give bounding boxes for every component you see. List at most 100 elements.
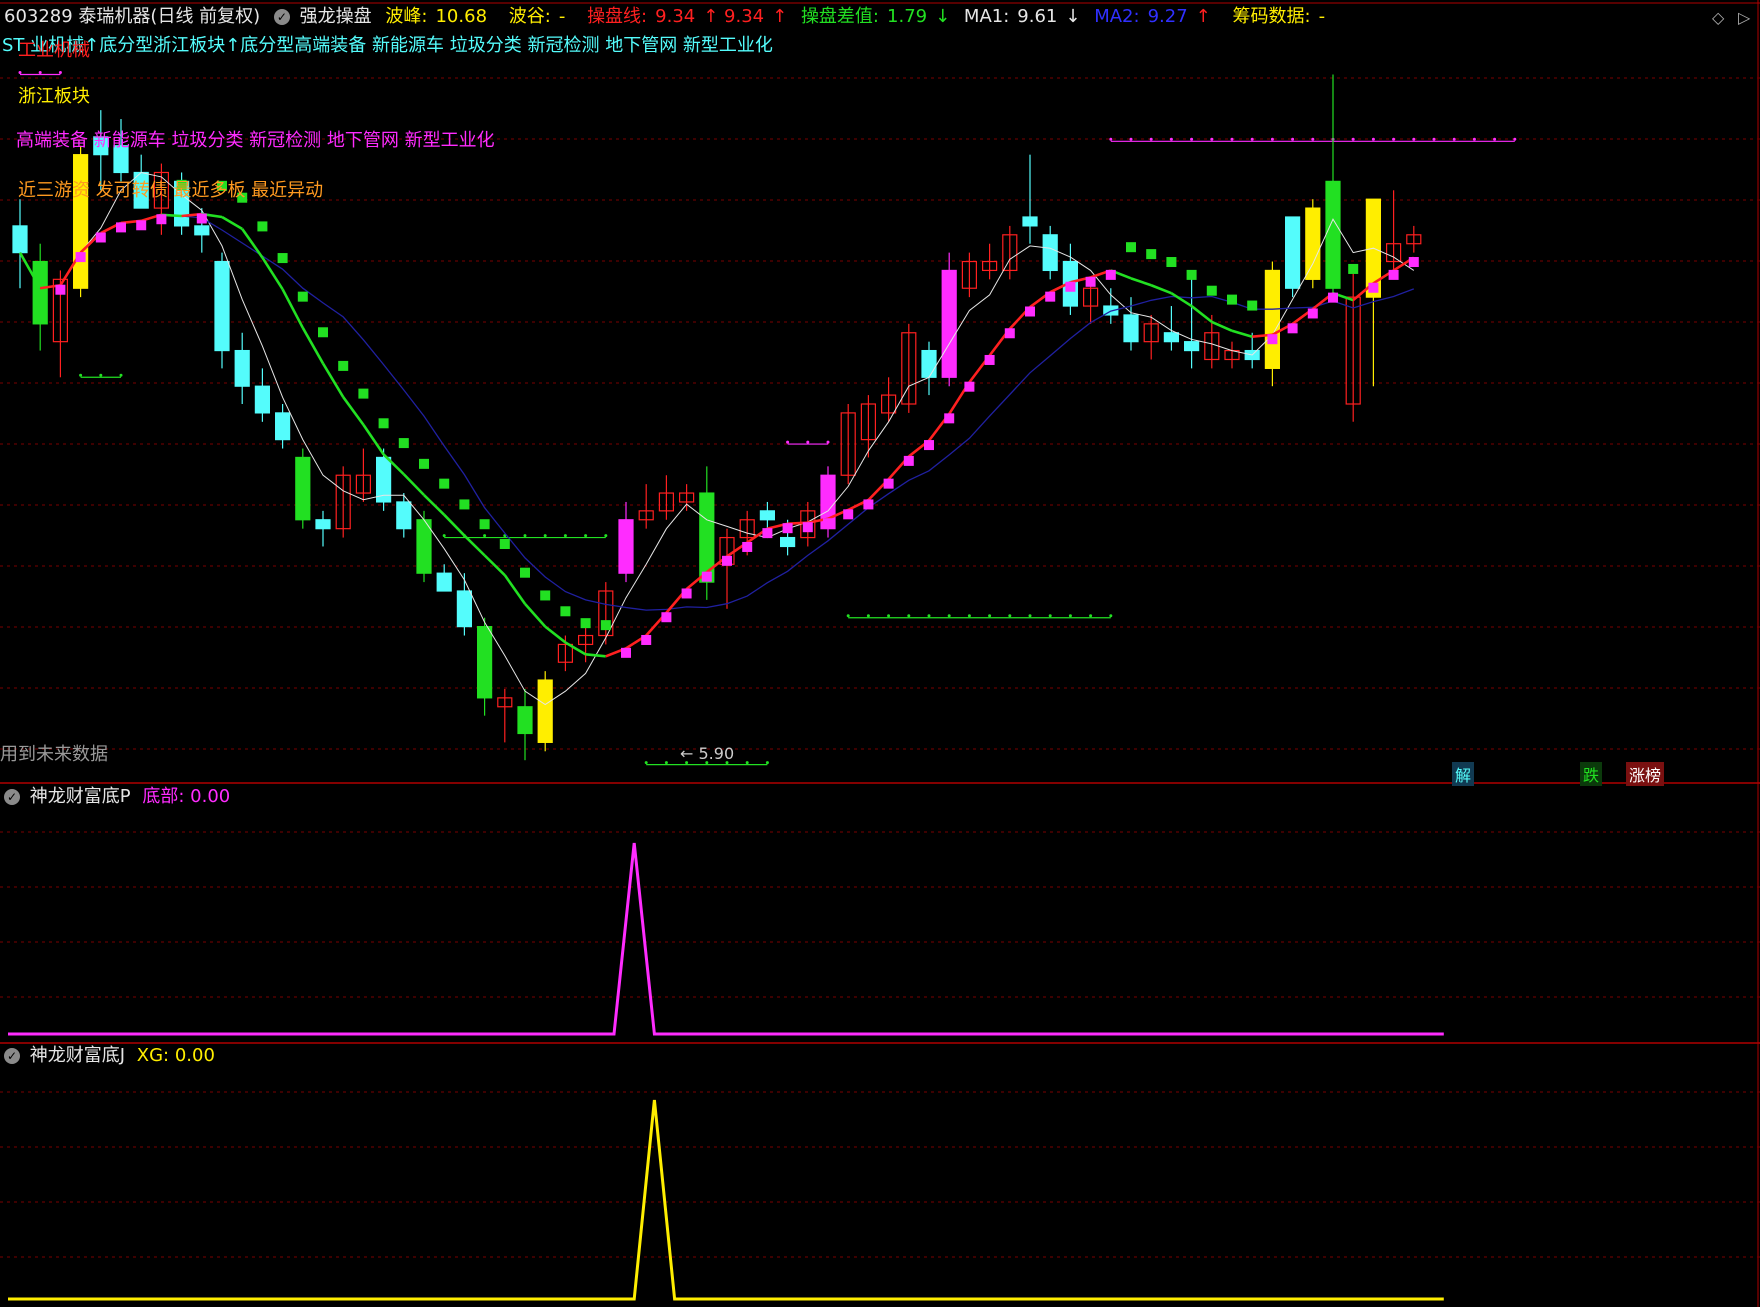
trend-dot bbox=[681, 588, 692, 599]
panel3-title[interactable]: 神龙财富底J bbox=[30, 1045, 125, 1066]
xg-signal-line bbox=[8, 1099, 1444, 1301]
operator-line-segment bbox=[1190, 305, 1213, 323]
operator-line-segment bbox=[483, 554, 506, 577]
trend-dot bbox=[944, 413, 955, 424]
operator-line-segment bbox=[362, 424, 385, 456]
indicator-lines bbox=[18, 171, 1419, 706]
resistance-line-dot bbox=[1392, 137, 1396, 141]
candle-body bbox=[779, 536, 796, 548]
tag-region: 浙江板块 bbox=[18, 86, 90, 107]
trend-dot bbox=[1045, 291, 1056, 302]
trend-dot bbox=[1388, 269, 1399, 280]
trend-dot bbox=[1267, 334, 1278, 345]
operator-line-segment bbox=[402, 473, 425, 496]
trend-dot bbox=[762, 528, 773, 539]
support-line-dot bbox=[927, 614, 931, 618]
resistance-line-dot bbox=[1149, 137, 1153, 141]
trend-dot bbox=[1348, 263, 1359, 274]
operator-line-segment bbox=[1231, 329, 1253, 338]
candle-body bbox=[32, 260, 48, 325]
marker-die[interactable]: 跌 bbox=[1580, 762, 1603, 786]
support-line-dot bbox=[483, 534, 487, 538]
candle-body bbox=[275, 412, 291, 441]
resistance-line-dot bbox=[1371, 137, 1375, 141]
trend-dot bbox=[802, 522, 813, 533]
cpx-readout: 操盘线: 9.34 ↑ 9.34 ↑ bbox=[587, 6, 788, 27]
support-line-dot bbox=[765, 761, 769, 765]
collapse-icon[interactable]: ✓ bbox=[273, 9, 290, 25]
support-line-dot bbox=[543, 534, 547, 538]
scroll-right-icon[interactable]: ▷ bbox=[1738, 8, 1750, 27]
trend-dot bbox=[479, 519, 490, 530]
ma1-line bbox=[19, 171, 1415, 706]
candle-body bbox=[537, 679, 553, 743]
trend-dot bbox=[1105, 269, 1116, 280]
panel3-field-label: XG: bbox=[136, 1045, 170, 1066]
tag-recent: 近三游资 发可转债 最近多板 最近异动 bbox=[18, 180, 324, 201]
panel2-field-value: 0.00 bbox=[190, 786, 231, 807]
trend-dot bbox=[1328, 292, 1338, 303]
trend-dot bbox=[701, 571, 712, 582]
support-line-dot bbox=[664, 761, 668, 765]
trend-dot bbox=[398, 438, 409, 449]
marker-zhangbang[interactable]: 涨榜 bbox=[1626, 762, 1665, 786]
marker-jie[interactable]: 解 bbox=[1452, 762, 1475, 786]
candle-body bbox=[1163, 332, 1180, 343]
candle-body bbox=[295, 456, 311, 521]
candlestick-series bbox=[12, 74, 1422, 761]
support-line-dot bbox=[442, 534, 446, 538]
support-line-dot bbox=[1068, 614, 1072, 618]
operator-line-segment bbox=[463, 534, 486, 557]
support-line-dot bbox=[947, 614, 951, 618]
support-line-dot bbox=[988, 614, 992, 618]
trend-dot bbox=[358, 388, 369, 399]
trend-dot bbox=[1126, 242, 1136, 253]
support-line-dot bbox=[119, 373, 123, 377]
panel2-title[interactable]: 神龙财富底P bbox=[30, 786, 131, 807]
support-line-dot bbox=[644, 761, 648, 765]
chip-readout: 筹码数据: - bbox=[1232, 6, 1326, 27]
trend-dot bbox=[903, 455, 914, 466]
trend-dot bbox=[116, 222, 126, 233]
operator-line-segment bbox=[585, 653, 606, 658]
operator-line-segment bbox=[1130, 277, 1152, 287]
candle-body bbox=[618, 519, 634, 574]
peak-readout: 波峰: 10.68 bbox=[385, 6, 488, 27]
support-line-dot bbox=[1089, 614, 1093, 618]
stock-title[interactable]: 603289 泰瑞机器(日线 前复权) bbox=[4, 6, 260, 27]
trend-dot bbox=[722, 555, 732, 566]
trend-dot bbox=[1227, 294, 1237, 305]
ma1-readout: MA1: 9.61 ↓ bbox=[963, 6, 1081, 27]
future-data-warning: 用到未来数据 bbox=[0, 744, 108, 765]
support-line-dot bbox=[1048, 614, 1052, 618]
ma2-readout: MA2: 9.27 ↑ bbox=[1094, 6, 1211, 27]
diamond-icon[interactable]: ◇ bbox=[1712, 8, 1724, 27]
collapse-icon[interactable]: ✓ bbox=[4, 1048, 20, 1064]
resistance-line-dot bbox=[1210, 137, 1214, 141]
support-line-dot bbox=[907, 614, 911, 618]
candle-body bbox=[921, 349, 937, 378]
candle-body bbox=[315, 519, 331, 530]
resistance-line-dot bbox=[1452, 137, 1456, 141]
candle-body bbox=[1284, 216, 1301, 289]
trend-dot bbox=[580, 618, 591, 629]
trend-dot bbox=[540, 590, 551, 601]
bottom-signal-line bbox=[8, 842, 1444, 1036]
support-line-dot bbox=[967, 614, 971, 618]
resistance-line-dot bbox=[1493, 137, 1497, 141]
indicator-name[interactable]: 强龙操盘 bbox=[300, 6, 372, 27]
operator-line-segment bbox=[503, 574, 527, 605]
support-line-dot bbox=[604, 534, 608, 538]
candle-body bbox=[416, 519, 432, 574]
collapse-icon[interactable]: ✓ bbox=[4, 789, 20, 805]
support-line-dot bbox=[79, 373, 83, 377]
operator-line-segment bbox=[1211, 320, 1233, 332]
resistance-line-dot bbox=[1472, 137, 1476, 141]
operator-line-segment bbox=[342, 396, 365, 426]
trend-dot bbox=[883, 478, 894, 489]
panel3-header: ✓ 神龙财富底J XG: 0.00 bbox=[4, 1045, 215, 1067]
trend-dot bbox=[621, 647, 631, 658]
resistance-line-dot bbox=[58, 71, 62, 75]
chart-overlays bbox=[18, 71, 1517, 766]
support-line-dot bbox=[745, 761, 749, 765]
